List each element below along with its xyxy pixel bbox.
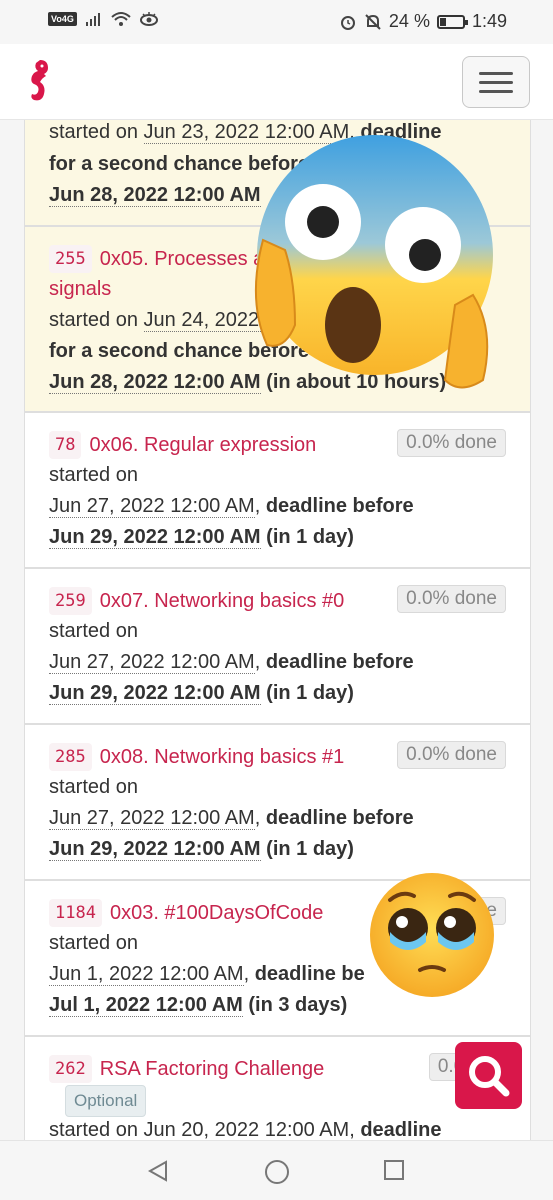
project-id: 255 [49,245,92,273]
deadline-line: Jun 29, 2022 12:00 AM (in 1 day) [49,838,354,861]
project-id: 1184 [49,899,102,927]
project-title-row[interactable]: 1184 0x03. #100DaysOfCode [49,899,323,927]
project-title-row[interactable]: 78 0x06. Regular expression [49,431,316,459]
started-line: Jun 27, 2022 12:00 AM, deadline before [49,807,414,830]
mute-bell-icon [365,13,381,30]
started-line: Jun 1, 2022 12:00 AM, deadline be [49,963,365,986]
project-title-row[interactable]: 285 0x08. Networking basics #1 [49,743,344,771]
home-icon[interactable] [264,1159,290,1185]
project-title-cont[interactable]: signals [49,277,111,301]
progress-badge: 0.0% done [397,585,506,613]
optional-tag-row: Optional [65,1085,147,1117]
list-item: 285 0x08. Networking basics #1 0.0% done… [24,724,531,880]
hamburger-menu-icon[interactable] [462,56,530,108]
project-id: 285 [49,743,92,771]
project-title-link[interactable]: 0x07. Networking basics #0 [100,589,345,613]
list-item: 78 0x06. Regular expression 0.0% done st… [24,412,531,568]
search-icon [469,1056,510,1097]
project-id: 259 [49,587,92,615]
started-line: Jun 27, 2022 12:00 AM, deadline before [49,651,414,674]
project-id: 262 [49,1055,92,1083]
seahorse-logo-icon[interactable] [26,58,52,106]
deadline-line: Jun 29, 2022 12:00 AM (in 1 day) [49,526,354,549]
status-bar: Vo4G 24 % 1:49 [0,0,553,44]
system-nav-bar [0,1140,553,1200]
optional-tag: Optional [65,1085,147,1117]
deadline-line: Jun 29, 2022 12:00 AM (in 1 day) [49,682,354,705]
screaming-face-emoji [254,135,493,389]
list-item: 259 0x07. Networking basics #0 0.0% done… [24,568,531,724]
progress-badge: 0.0% done [397,429,506,457]
project-title-link[interactable]: 0x06. Regular expression [89,433,316,457]
started-label: started on [49,932,138,954]
project-title-row[interactable]: 262 RSA Factoring Challenge [49,1055,324,1083]
deadline-line: Jun 28, 2022 12:00 AM [49,184,261,207]
carrier-badge: Vo4G [48,12,77,26]
project-title-link[interactable]: 0x03. #100DaysOfCode [110,901,323,925]
wifi-icon [111,12,131,26]
started-line: Jun 27, 2022 12:00 AM, deadline before [49,495,414,518]
battery-fill [439,17,446,26]
project-title-link[interactable]: RSA Factoring Challenge [100,1057,325,1081]
clock-time: 1:49 [471,11,507,31]
project-title-link[interactable]: 0x08. Networking basics #1 [100,745,345,769]
project-id: 78 [49,431,82,459]
top-navbar [0,44,553,120]
alarm-icon [340,15,355,30]
eye-icon [139,12,158,26]
search-button[interactable] [455,1042,522,1109]
recents-icon[interactable] [383,1159,405,1181]
started-label: started on [49,776,138,798]
project-title-row[interactable]: 259 0x07. Networking basics #0 [49,587,344,615]
deadline-line: Jul 1, 2022 12:00 AM (in 3 days) [49,994,348,1017]
started-label: started on [49,620,138,642]
battery-icon [436,14,468,29]
back-icon[interactable] [146,1159,170,1183]
started-label: started on [49,464,138,486]
started-line: started on Jun 20, 2022 12:00 AM, deadli… [49,1119,442,1140]
battery-percent: 24 % [388,11,430,31]
progress-badge: 0.0% done [397,741,506,769]
pleading-face-emoji [370,873,494,997]
signal-icon [85,13,100,26]
